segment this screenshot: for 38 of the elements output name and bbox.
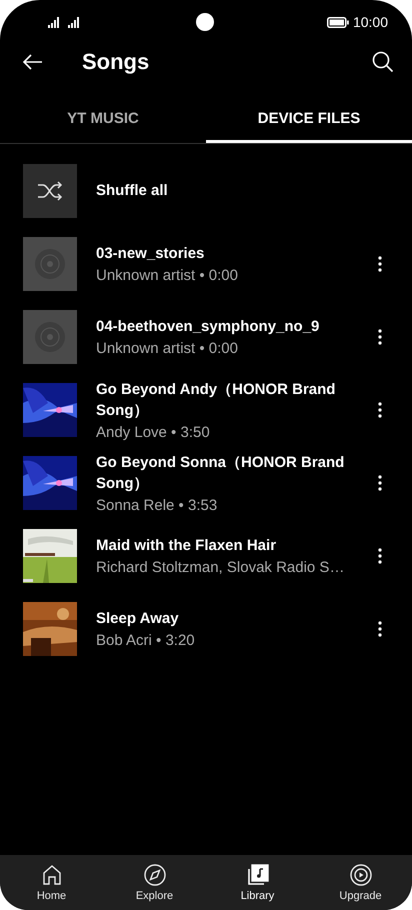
song-title[interactable]: Maid with the Flaxen Hair: [96, 535, 351, 556]
song-title[interactable]: Sleep Away: [96, 608, 351, 629]
song-artist-duration: Richard Stoltzman, Slovak Radio S…: [96, 559, 346, 576]
song-title[interactable]: Go Beyond Sonna（HONOR Brand Song）: [96, 452, 351, 494]
nav-tab[interactable]: Upgrade: [309, 855, 412, 910]
page-title: Songs: [82, 49, 150, 75]
compass-icon: [142, 863, 166, 887]
more-vert-icon: [378, 256, 382, 272]
nav-tab[interactable]: Home: [0, 855, 103, 910]
shuffle-icon: [23, 164, 77, 218]
song-title[interactable]: Go Beyond Andy（HONOR Brand Song）: [96, 378, 351, 420]
more-vert-icon: [378, 548, 382, 564]
battery-icon: [326, 16, 349, 28]
signal-icon: [68, 16, 82, 28]
more-vert-icon: [378, 620, 382, 636]
more-vert-icon: [378, 474, 382, 490]
shuffle-all-item[interactable]: Shuffle all: [96, 182, 168, 199]
song-artist-duration: Unknown artist • 0:00: [96, 267, 239, 284]
music-library-icon: [246, 863, 270, 887]
song-artist-duration: Unknown artist • 0:00: [96, 340, 239, 357]
song-title[interactable]: 03-new_stories: [96, 243, 351, 264]
nav-tab[interactable]: Explore: [103, 855, 206, 910]
song-artist-duration: Bob Acri • 3:20: [96, 632, 196, 649]
more-vert-icon: [378, 328, 382, 344]
signal-icon: [48, 16, 62, 28]
camera-hole: [196, 13, 214, 31]
song-artist-duration: Andy Love • 3:50: [96, 424, 211, 440]
song-artist-duration: Sonna Rele • 3:53: [96, 496, 218, 514]
tab[interactable]: DEVICE FILES: [206, 97, 412, 143]
tab[interactable]: YT MUSIC: [0, 97, 206, 143]
placeholder-album-icon: [23, 310, 77, 364]
more-vert-icon: [378, 402, 382, 418]
song-title[interactable]: 04-beethoven_symphony_no_9: [96, 316, 351, 337]
play-circle-icon: [348, 863, 372, 887]
search-button[interactable]: [370, 49, 396, 75]
nav-tab[interactable]: Library: [206, 855, 309, 910]
status-time: 10:00: [352, 14, 388, 30]
placeholder-album-icon: [23, 236, 77, 290]
